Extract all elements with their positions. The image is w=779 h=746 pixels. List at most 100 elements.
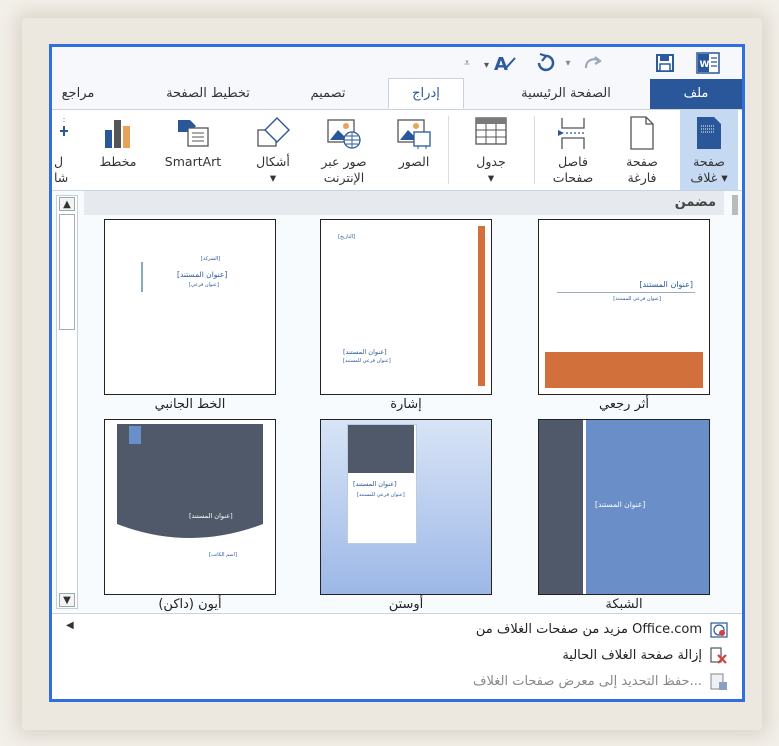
cover-preview: [عنوان المستند] [عنوان فرعي للمستند] — [320, 419, 492, 595]
cover-preview: [عنوان المستند] [اسم الكاتب] — [104, 419, 276, 595]
cover-dark-column — [539, 420, 583, 594]
cover-ion-dark[interactable]: [عنوان المستند] [اسم الكاتب] أيون (داكن) — [104, 419, 276, 612]
cover-signal[interactable]: [التاريخ] [عنوان المستند] [عنوان فرعي لل… — [320, 219, 492, 412]
table-button[interactable]: جدول ▾ — [456, 110, 526, 190]
smartart-label: SmartArt — [164, 154, 222, 169]
scroll-down-icon[interactable]: ▼ — [59, 593, 75, 607]
partial-label: ل شا — [54, 154, 69, 185]
cover-author-text: [اسم الكاتب] — [209, 552, 237, 558]
save-selection-item: حفظ التحديد إلى معرض صفحات الغلاف... — [473, 670, 728, 694]
chart-label: مخطط — [99, 154, 137, 169]
more-cover-pages-item[interactable]: مزيد من صفحات الغلاف من Office.com — [476, 618, 728, 642]
cover-label: أثر رجعي — [599, 397, 649, 412]
remove-cover-page-item[interactable]: إزالة صفحة الغلاف الحالية — [562, 644, 728, 668]
cover-preview: [عنوان المستند] — [538, 419, 710, 595]
tab-references[interactable]: مراجع — [52, 79, 104, 109]
cover-subtitle-text: [عنوان فرعي للمستند] — [343, 358, 391, 364]
table-icon — [474, 116, 508, 149]
cover-label: الشبكة — [605, 597, 643, 612]
cover-orange-bar — [478, 226, 485, 386]
tab-insert[interactable]: إدراج — [388, 78, 464, 109]
cover-title-text: [عنوان المستند] — [177, 270, 228, 279]
blank-page-icon — [627, 116, 657, 153]
svg-text:A: A — [494, 54, 508, 74]
svg-text:W: W — [700, 60, 710, 70]
tab-home[interactable]: الصفحة الرئيسية — [496, 79, 636, 109]
pictures-button[interactable]: الصور — [386, 110, 442, 190]
save-to-gallery-icon — [710, 673, 728, 691]
smartart-button[interactable]: SmartArt — [152, 110, 234, 190]
undo-dropdown-icon[interactable]: ▾ — [562, 51, 574, 75]
submenu-arrow-icon: ◀ — [66, 620, 74, 631]
cover-title-text: [عنوان المستند] — [639, 280, 693, 289]
page-break-icon — [556, 116, 590, 153]
word-icon: W — [694, 51, 722, 75]
undo-icon[interactable] — [532, 51, 558, 75]
cover-preview: [عنوان المستند] [عنوان فرعي للمستند] — [538, 219, 710, 395]
ribbon-separator — [534, 116, 535, 184]
word-ribbon-window: ⩡ ▾ A ▾ W ملف الصفحة الرئيسية إدراج تصميم… — [49, 44, 745, 702]
insert-ribbon: صفحة غلاف ▾ صفحة فارغة فاصل صفحات جدول ▾ — [52, 110, 742, 191]
cover-subtitle-text: [عنوان فرعي] — [189, 282, 219, 288]
online-pictures-icon — [326, 116, 362, 153]
remove-icon — [710, 647, 728, 665]
smartart-icon — [174, 116, 212, 153]
online-pictures-label: صور عبر الإنترنت — [321, 154, 367, 185]
gallery-scroll-marker — [732, 195, 738, 215]
cover-title-text: [عنوان المستند] — [353, 480, 397, 488]
cover-page-label: صفحة غلاف ▾ — [690, 154, 728, 185]
cover-page-icon — [694, 116, 724, 153]
remove-cover-page-label: إزالة صفحة الغلاف الحالية — [562, 648, 702, 663]
online-pictures-button[interactable]: صور عبر الإنترنت — [308, 110, 380, 190]
cover-sideline[interactable]: [الشركة] [عنوان المستند] [عنوان فرعي] ال… — [104, 219, 276, 412]
cover-austin[interactable]: [عنوان المستند] [عنوان فرعي للمستند] أوس… — [320, 419, 492, 612]
cover-dark-shape — [117, 424, 263, 538]
chart-icon — [101, 116, 135, 153]
shapes-button[interactable]: أشكال ▾ — [242, 110, 304, 190]
chart-button[interactable]: مخطط — [88, 110, 148, 190]
screenshot-button-partial[interactable]: ل شا — [52, 110, 84, 190]
svg-text:▾: ▾ — [484, 60, 489, 71]
redo-icon[interactable] — [580, 51, 606, 75]
cover-label: الخط الجانبي — [154, 397, 226, 412]
shapes-icon — [255, 116, 291, 153]
page-break-button[interactable]: فاصل صفحات — [542, 110, 604, 190]
cover-page-button[interactable]: صفحة غلاف ▾ — [680, 110, 738, 190]
save-icon[interactable] — [652, 51, 678, 75]
cover-grid[interactable]: [عنوان المستند] الشبكة — [538, 419, 710, 612]
blank-page-button[interactable]: صفحة فارغة — [614, 110, 670, 190]
scrollbar-thumb[interactable] — [59, 214, 75, 330]
cover-page-menu: ◀ مزيد من صفحات الغلاف من Office.com إزا… — [52, 613, 742, 699]
customize-arrow-icon[interactable]: ⩡ — [460, 51, 474, 75]
cover-dark-header — [348, 425, 414, 473]
tab-design[interactable]: تصميم — [290, 79, 366, 109]
tab-page-layout[interactable]: تخطيط الصفحة — [148, 79, 268, 109]
gallery-scrollbar[interactable]: ▲ ▼ — [56, 195, 78, 609]
plus-icon — [60, 116, 80, 153]
scroll-up-icon[interactable]: ▲ — [59, 197, 75, 211]
cover-title-text: [عنوان المستند] — [189, 512, 233, 520]
font-color-icon[interactable]: ▾ A — [480, 51, 520, 75]
blank-page-label: صفحة فارغة — [626, 154, 658, 185]
shapes-label: أشكال ▾ — [256, 154, 290, 185]
gallery-section-header: مضمن — [84, 191, 724, 215]
cover-gap — [583, 420, 586, 594]
cover-label: أوستن — [388, 597, 424, 612]
cover-retrospect[interactable]: [عنوان المستند] [عنوان فرعي للمستند] أثر… — [538, 219, 710, 412]
cover-subtitle-text: [عنوان فرعي للمستند] — [357, 492, 405, 498]
cover-label: إشارة — [390, 397, 422, 412]
cover-orange-band — [545, 352, 703, 388]
cover-date-text: [التاريخ] — [338, 234, 355, 240]
cover-preview: [الشركة] [عنوان المستند] [عنوان فرعي] — [104, 219, 276, 395]
cover-subtitle-text: [عنوان فرعي للمستند] — [613, 296, 661, 302]
cover-side-rule — [141, 262, 143, 292]
cover-label: أيون (داكن) — [158, 597, 222, 612]
tab-file[interactable]: ملف — [650, 79, 742, 109]
cover-page-gallery: مضمن ▲ ▼ [عنوان المستند] [عنوان فرعي للم… — [52, 191, 742, 612]
cover-preview: [التاريخ] [عنوان المستند] [عنوان فرعي لل… — [320, 219, 492, 395]
table-label: جدول ▾ — [476, 154, 506, 185]
ribbon-tabs: ملف الصفحة الرئيسية إدراج تصميم تخطيط ال… — [52, 78, 742, 110]
cover-title-text: [عنوان المستند] — [595, 500, 646, 509]
pictures-label: الصور — [398, 154, 430, 169]
cover-title-text: [عنوان المستند] — [343, 348, 387, 356]
